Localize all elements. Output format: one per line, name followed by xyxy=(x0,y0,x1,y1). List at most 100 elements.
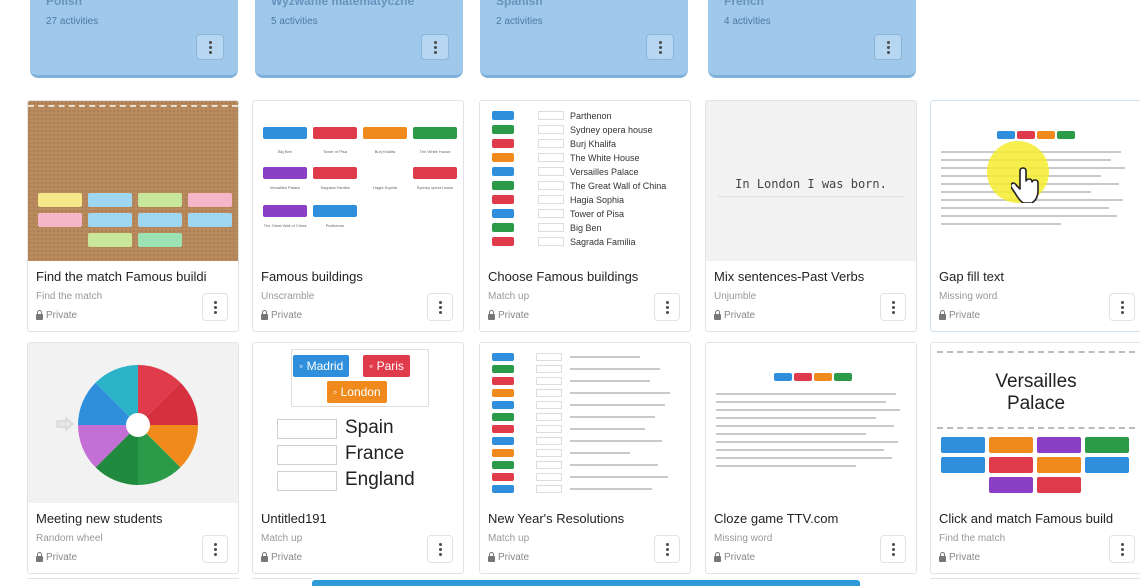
activity-card[interactable]: Cloze game TTV.com Missing word Private xyxy=(705,342,917,574)
lock-icon xyxy=(939,310,946,320)
activity-type: Find the match xyxy=(939,533,1006,544)
folder-card[interactable]: Polish 27 activities xyxy=(30,0,238,78)
activity-title[interactable]: Mix sentences-Past Verbs xyxy=(714,269,914,284)
more-options-icon[interactable] xyxy=(654,535,680,563)
more-options-icon[interactable] xyxy=(874,34,902,60)
chip: ◦ Madrid xyxy=(293,355,350,377)
folder-name: Wyzwanie matematyczne xyxy=(271,0,415,8)
activity-card[interactable]: Find the match Famous buildi Find the ma… xyxy=(27,100,239,332)
activity-card[interactable]: Gap fill text Missing word Private xyxy=(930,100,1140,332)
lock-icon xyxy=(939,552,946,562)
activity-type: Match up xyxy=(488,291,530,302)
folder-count: 2 activities xyxy=(496,16,543,27)
activity-title[interactable]: Choose Famous buildings xyxy=(488,269,688,284)
more-options-icon[interactable] xyxy=(421,34,449,60)
more-options-icon[interactable] xyxy=(880,535,906,563)
lock-icon xyxy=(714,552,721,562)
folder-card[interactable]: Spanish 2 activities xyxy=(480,0,688,78)
activity-type: Match up xyxy=(488,533,530,544)
activity-title[interactable]: Find the match Famous buildi xyxy=(36,269,236,284)
activity-title[interactable]: Untitled191 xyxy=(261,511,461,526)
privacy-label: Private xyxy=(714,310,755,321)
folder-name: French xyxy=(724,0,765,8)
more-options-icon[interactable] xyxy=(427,293,453,321)
folder-count: 4 activities xyxy=(724,16,771,27)
sentence-text: In London I was born. xyxy=(718,171,904,197)
activity-thumbnail xyxy=(706,343,916,503)
activity-card[interactable]: ◦ Madrid ◦ Paris ◦ London Spain France E… xyxy=(252,342,464,574)
activity-thumbnail xyxy=(480,343,690,503)
random-wheel xyxy=(78,365,198,485)
privacy-label: Private xyxy=(261,552,302,563)
activity-card[interactable]: Big Ben Tower of Pisa Burj Khalifa The W… xyxy=(252,100,464,332)
activity-thumbnail: Versailles Palace xyxy=(931,343,1140,503)
activity-thumbnail: Parthenon Sydney opera house Burj Khalif… xyxy=(480,101,690,261)
activity-type: Missing word xyxy=(714,533,773,544)
activity-title[interactable]: Famous buildings xyxy=(261,269,461,284)
more-options-icon[interactable] xyxy=(1109,293,1135,321)
versailles-title: Versailles Palace xyxy=(995,371,1077,414)
word-label: England xyxy=(345,469,415,490)
activity-title[interactable]: Cloze game TTV.com xyxy=(714,511,914,526)
activity-type: Missing word xyxy=(939,291,998,302)
activity-type: Unscramble xyxy=(261,291,315,302)
chip: ◦ London xyxy=(327,381,387,403)
folder-card[interactable]: French 4 activities xyxy=(708,0,916,78)
hand-pointer-icon xyxy=(1011,167,1039,203)
activity-title[interactable]: Click and match Famous build xyxy=(939,511,1139,526)
lock-icon xyxy=(488,310,495,320)
activity-thumbnail xyxy=(931,101,1140,261)
activity-type: Find the match xyxy=(36,291,103,302)
lock-icon xyxy=(36,310,43,320)
activity-thumbnail xyxy=(28,101,238,261)
folder-count: 5 activities xyxy=(271,16,318,27)
activity-title[interactable]: Gap fill text xyxy=(939,269,1139,284)
privacy-label: Private xyxy=(939,310,980,321)
progress-banner xyxy=(312,580,860,586)
activity-thumbnail: ◦ Madrid ◦ Paris ◦ London Spain France E… xyxy=(253,343,463,503)
folder-name: Spanish xyxy=(496,0,543,8)
activity-card[interactable]: In London I was born. Mix sentences-Past… xyxy=(705,100,917,332)
activity-title[interactable]: Meeting new students xyxy=(36,511,236,526)
privacy-label: Private xyxy=(939,552,980,563)
folder-card[interactable]: Wyzwanie matematyczne 5 activities xyxy=(255,0,463,78)
privacy-label: Private xyxy=(36,552,77,563)
next-row-card-edge xyxy=(930,578,1140,586)
more-options-icon[interactable] xyxy=(1109,535,1135,563)
activity-thumbnail: In London I was born. xyxy=(706,101,916,261)
activity-card[interactable]: New Year's Resolutions Match up Private xyxy=(479,342,691,574)
more-options-icon[interactable] xyxy=(196,34,224,60)
more-options-icon[interactable] xyxy=(646,34,674,60)
more-options-icon[interactable] xyxy=(427,535,453,563)
privacy-label: Private xyxy=(488,310,529,321)
more-options-icon[interactable] xyxy=(202,535,228,563)
activity-type: Unjumble xyxy=(714,291,757,302)
more-options-icon[interactable] xyxy=(202,293,228,321)
lock-icon xyxy=(261,310,268,320)
privacy-label: Private xyxy=(714,552,755,563)
privacy-label: Private xyxy=(261,310,302,321)
activity-type: Match up xyxy=(261,533,303,544)
more-options-icon[interactable] xyxy=(880,293,906,321)
next-row-card-edge xyxy=(252,578,312,586)
next-row-card-edge xyxy=(27,578,239,586)
activity-type: Random wheel xyxy=(36,533,103,544)
activity-title[interactable]: New Year's Resolutions xyxy=(488,511,688,526)
lock-icon xyxy=(261,552,268,562)
word-label: France xyxy=(345,443,405,464)
folder-count: 27 activities xyxy=(46,16,99,27)
privacy-label: Private xyxy=(36,310,77,321)
privacy-label: Private xyxy=(488,552,529,563)
activity-thumbnail xyxy=(28,343,238,503)
activity-card[interactable]: Meeting new students Random wheel Privat… xyxy=(27,342,239,574)
arrow-right-icon xyxy=(56,417,74,431)
lock-icon xyxy=(714,310,721,320)
lock-icon xyxy=(36,552,43,562)
activity-thumbnail: Big Ben Tower of Pisa Burj Khalifa The W… xyxy=(253,101,463,261)
activity-card[interactable]: Versailles Palace Click and match Famous… xyxy=(930,342,1140,574)
chip: ◦ Paris xyxy=(363,355,410,377)
folder-name: Polish xyxy=(46,0,83,8)
more-options-icon[interactable] xyxy=(654,293,680,321)
activity-card[interactable]: Parthenon Sydney opera house Burj Khalif… xyxy=(479,100,691,332)
lock-icon xyxy=(488,552,495,562)
